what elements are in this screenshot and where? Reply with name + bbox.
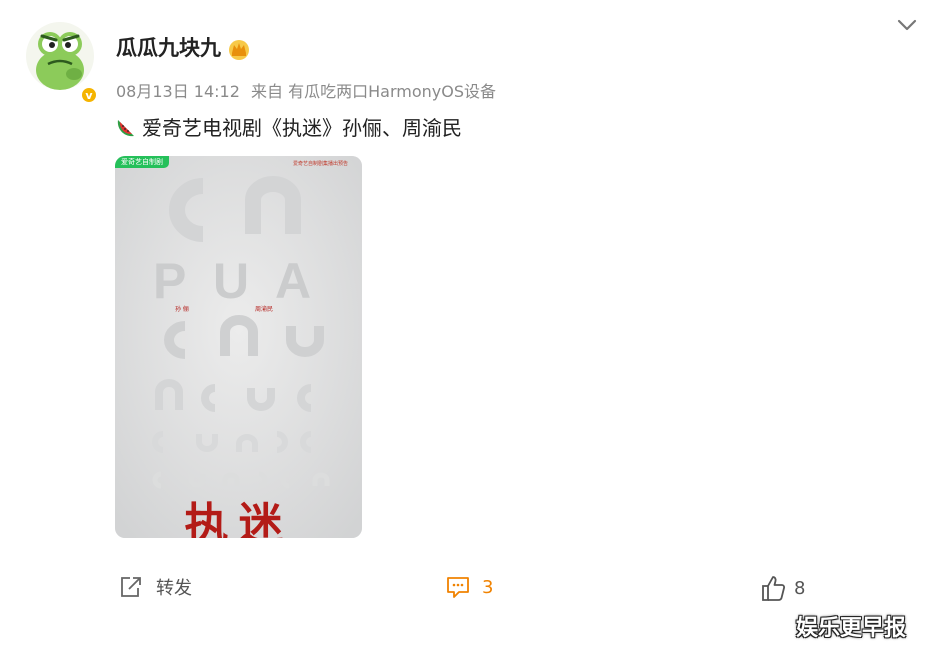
poster-title: 执迷 — [184, 499, 293, 538]
post-image[interactable]: P U A 孙 俪 周渝民 爱奇艺自制剧 爱奇艺自制剧集播出预告 执迷 — [115, 156, 362, 538]
credit-1: 孙 俪 — [175, 305, 189, 313]
watermelon-icon — [117, 119, 134, 136]
svg-text:A: A — [275, 253, 311, 309]
credit-2: 周渝民 — [255, 305, 273, 313]
author-name[interactable]: 瓜瓜九块九 — [116, 32, 221, 62]
post-source: 来自 有瓜吃两口HarmonyOS设备 — [251, 82, 496, 101]
comment-count: 3 — [482, 576, 494, 598]
poster-top-note: 爱奇艺自制剧集播出预告 — [292, 161, 348, 167]
iqiyi-tag: 爱奇艺自制剧 — [115, 156, 169, 168]
watermark: 娱乐更早报 — [796, 616, 907, 641]
svg-text:P: P — [153, 253, 186, 309]
comment-button[interactable]: 3 — [446, 574, 493, 600]
post-content: 爱奇艺电视剧《执迷》孙俪、周渝民 — [116, 112, 462, 141]
svg-text:U: U — [213, 253, 249, 309]
eye-chart-graphic: P U A 孙 俪 周渝民 — [115, 156, 362, 538]
share-icon — [121, 577, 141, 597]
thumbs-up-icon — [762, 576, 786, 601]
post-text: 爱奇艺电视剧《执迷》孙俪、周渝民 — [142, 116, 462, 140]
like-button[interactable]: 8 — [760, 574, 805, 602]
post-meta: 08月13日 14:12 来自 有瓜吃两口HarmonyOS设备 — [116, 78, 502, 102]
chevron-down-icon[interactable] — [894, 14, 920, 36]
crown-badge-icon — [229, 40, 249, 60]
post-timestamp[interactable]: 08月13日 14:12 — [116, 82, 240, 101]
like-count: 8 — [794, 577, 806, 599]
verified-badge-icon: v — [80, 86, 98, 104]
avatar-image — [26, 22, 94, 90]
forward-label: 转发 — [156, 578, 192, 599]
forward-button[interactable]: 转发 — [118, 574, 192, 600]
comment-icon — [447, 577, 469, 598]
